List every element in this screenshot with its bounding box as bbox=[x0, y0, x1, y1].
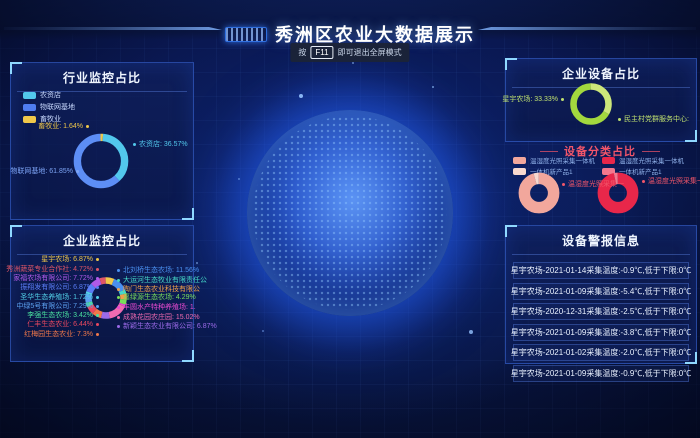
chart-label: 红梅园生态农业: 7.3% bbox=[24, 329, 99, 339]
legend-label: 物联网基地 bbox=[40, 102, 75, 112]
alarm-row: 星宇农场-2021-01-09采集温度:-3.8℃,低于下限:0℃ bbox=[513, 324, 689, 341]
panel-enterprise-device: 企业设备占比 星宇农场: 33.33% 民主村党群服务中心: bbox=[505, 58, 697, 142]
legend-swatch bbox=[23, 92, 36, 99]
dashboard-root: 秀洲区农业大数据展示 按 F11 即可退出全屏模式 行业监控占比 农资店 物联网… bbox=[0, 0, 700, 438]
category-donut-chart-right[interactable] bbox=[596, 171, 640, 215]
decor-dots bbox=[0, 0, 2, 2]
legend-swatch bbox=[602, 157, 615, 164]
chart-label: 温湿度光照采集一 bbox=[642, 176, 700, 186]
legend-label: 温湿度光照采集一体机 bbox=[530, 155, 595, 165]
alarm-row: 星宇农场-2021-01-14采集温度:-0.9℃,低于下限:0℃ bbox=[513, 262, 689, 279]
alarm-list: 星宇农场-2021-01-14采集温度:-0.9℃,低于下限:0℃ 星宇农场-2… bbox=[513, 262, 689, 382]
alarm-row: 星宇农场-2021-01-02采集温度:-2.0℃,低于下限:0℃ bbox=[513, 344, 689, 361]
chart-label: 星宇农场: 33.33% bbox=[502, 94, 564, 104]
chart-label: 振翔发有限公司: 6.87% bbox=[20, 282, 99, 292]
category-donut-chart-left[interactable] bbox=[517, 171, 561, 215]
panel-title: 企业监控占比 bbox=[17, 226, 187, 255]
legend-swatch bbox=[513, 157, 526, 164]
legend-item[interactable]: 温湿度光照采集一体机 bbox=[513, 155, 595, 165]
hint-suffix: 即可退出全屏模式 bbox=[338, 47, 402, 58]
alarm-row: 星宇农场-2020-12-31采集温度:-2.5℃,低于下限:0℃ bbox=[513, 303, 689, 320]
legend-item[interactable]: 物联网基地 bbox=[23, 102, 75, 112]
chart-label: 畜牧业: 1.64% bbox=[38, 121, 89, 131]
legend-swatch bbox=[23, 116, 36, 123]
legend-item[interactable]: 农资店 bbox=[23, 90, 61, 100]
chart-label: 嘉绿源生态农场: 4.29% bbox=[117, 292, 196, 302]
hint-prefix: 按 bbox=[298, 47, 306, 58]
chart-label: 丰圆水产特种养殖场: 1. bbox=[117, 302, 196, 312]
chart-label: 仁丰生态农业: 6.44% bbox=[27, 319, 99, 329]
alarm-row: 星宇农场-2021-01-09采集温度:-0.9℃,低于下限:0℃ bbox=[513, 365, 689, 382]
alarm-row: 星宇农场-2021-01-09采集温度:-5.4℃,低于下限:0℃ bbox=[513, 283, 689, 300]
chart-label: 民主村党群服务中心: bbox=[618, 114, 689, 124]
globe bbox=[247, 110, 453, 316]
device-donut-chart[interactable] bbox=[568, 81, 614, 127]
f11-key-badge: F11 bbox=[310, 46, 333, 59]
chart-label: 物联网基地: 61.85% bbox=[10, 166, 79, 176]
chart-label: 农资店: 36.57% bbox=[133, 139, 188, 149]
panel-title: 行业监控占比 bbox=[17, 63, 187, 92]
chart-label: 新颖生态农业有限公司: 6.87% bbox=[117, 321, 217, 331]
section-device-category: 设备分类占比 温湿度光照采集一体机 一体机新产品1 温湿度光照采集一体机 一体机… bbox=[505, 140, 695, 222]
chart-label: 北刘桥生态农场: 11.56% bbox=[117, 265, 199, 275]
industry-donut-chart[interactable] bbox=[70, 130, 132, 192]
panel-industry-monitor: 行业监控占比 农资店 物联网基地 畜牧业 畜牧业: 1.64% 农资店: 36.… bbox=[10, 62, 194, 220]
legend-item[interactable]: 温湿度光照采集一体机 bbox=[602, 155, 684, 165]
fullscreen-hint: 按 F11 即可退出全屏模式 bbox=[290, 43, 409, 62]
brand-logo bbox=[225, 27, 267, 42]
chart-label: 温湿度光照采集一 bbox=[562, 179, 624, 189]
header-bar: 秀洲区农业大数据展示 按 F11 即可退出全屏模式 bbox=[0, 0, 700, 40]
panel-title: 设备警报信息 bbox=[512, 226, 690, 255]
legend-swatch bbox=[23, 104, 36, 111]
chart-label: 星宇农场: 6.87% bbox=[41, 254, 99, 264]
panel-enterprise-monitor: 企业监控占比 星宇农场: 6.87% 秀洲蔬菜专业合作社: 4.72% 家福农场… bbox=[10, 225, 194, 362]
panel-device-alarms: 设备警报信息 星宇农场-2021-01-14采集温度:-0.9℃,低于下限:0℃… bbox=[505, 225, 697, 364]
legend-label: 农资店 bbox=[40, 90, 61, 100]
legend-label: 温湿度光照采集一体机 bbox=[619, 155, 684, 165]
